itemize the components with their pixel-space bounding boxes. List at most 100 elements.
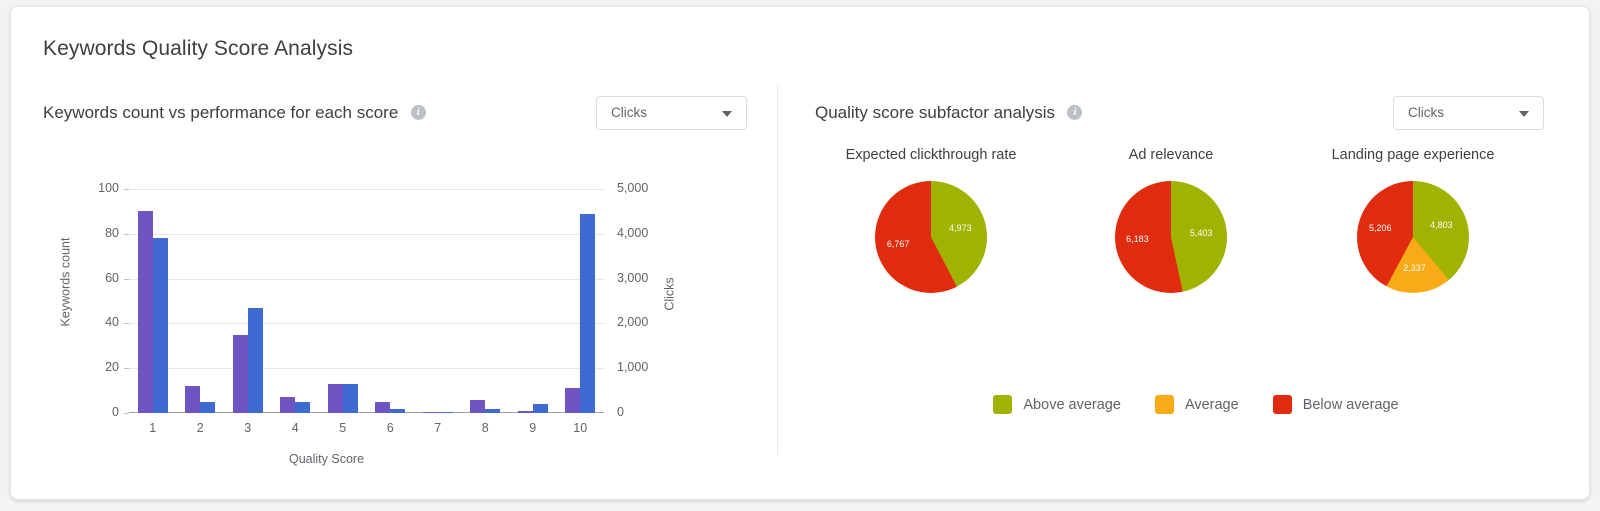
- pie-chart-title: Ad relevance: [1128, 147, 1214, 163]
- pie-slices[interactable]: [875, 181, 987, 293]
- legend-label: Below average: [1302, 396, 1399, 413]
- bar-group[interactable]: [185, 189, 216, 413]
- pie-charts-panel: Above average Average Below average Expect…: [801, 147, 1589, 447]
- right-panel-title: Quality score subfactor analysis: [815, 103, 1055, 122]
- x-axis-title: Quality Score: [289, 452, 365, 466]
- pie-chart-block: Ad relevance 5,403 6,183: [1041, 147, 1301, 293]
- pie-chart-block: Expected clickthrough rate 4,973 6,767: [801, 147, 1061, 293]
- y-axis-right-tick-label: 3,000: [617, 270, 649, 285]
- y-axis-right-tick-label: 4,000: [617, 225, 649, 240]
- y-axis-left-tick-label: 60: [105, 270, 119, 285]
- x-axis-tick-label: 7: [434, 421, 442, 435]
- bar-group[interactable]: [422, 189, 453, 413]
- y-axis-left-tick-label: 80: [105, 225, 119, 240]
- bar-group[interactable]: [280, 189, 311, 413]
- legend-swatch: [1272, 395, 1292, 414]
- legend-item[interactable]: Above average: [993, 395, 1121, 414]
- pie-chart-title: Expected clickthrough rate: [845, 147, 1017, 163]
- x-axis-tick-label: 5: [339, 421, 347, 435]
- bar-clicks[interactable]: [437, 412, 453, 413]
- page-title: Keywords Quality Score Analysis: [43, 37, 354, 60]
- bar-keywords-count[interactable]: [327, 383, 343, 413]
- left-metric-dropdown-value: Clicks: [611, 105, 647, 120]
- y-axis-tick-mark: [124, 189, 129, 190]
- legend-swatch: [1154, 395, 1174, 414]
- bar-group[interactable]: [470, 189, 501, 413]
- bar-group[interactable]: [375, 189, 406, 413]
- info-icon[interactable]: i: [410, 104, 426, 120]
- y-axis-tick-mark: [124, 368, 129, 370]
- bar-group[interactable]: [327, 189, 358, 413]
- bar-keywords-count[interactable]: [422, 411, 438, 413]
- left-panel-title: Keywords count vs performance for each s…: [43, 103, 399, 122]
- x-axis-tick-label: 8: [481, 421, 489, 435]
- y-axis-left-title: Keywords count: [58, 237, 73, 327]
- bar-clicks[interactable]: [247, 307, 263, 413]
- bar-keywords-count[interactable]: [517, 410, 533, 413]
- pie-slice-value-label: 5,403: [1189, 227, 1213, 238]
- info-icon[interactable]: i: [1067, 104, 1083, 120]
- y-axis-left-tick-label: 20: [105, 360, 119, 375]
- bar-keywords-count[interactable]: [232, 334, 248, 413]
- pie-slice-value-label: 2,337: [1403, 262, 1426, 273]
- legend-item[interactable]: Below average: [1272, 395, 1399, 414]
- bar-keywords-count[interactable]: [280, 397, 296, 413]
- bar-clicks[interactable]: [580, 213, 596, 413]
- right-panel-header: Quality score subfactor analysis i: [815, 103, 1083, 123]
- x-axis-tick-label: 10: [573, 421, 588, 435]
- bar-keywords-count[interactable]: [137, 211, 153, 413]
- bar-clicks[interactable]: [485, 408, 501, 413]
- right-metric-dropdown-value: Clicks: [1408, 105, 1444, 120]
- bar-group[interactable]: [517, 189, 548, 413]
- bar-chart: Keywords count Clicks Quality Score 1234…: [39, 157, 739, 477]
- x-axis-tick-label: 2: [196, 421, 204, 435]
- bar-keywords-count[interactable]: [565, 388, 581, 413]
- left-panel-header: Keywords count vs performance for each s…: [43, 103, 426, 123]
- keywords-quality-score-card: Keywords Quality Score Analysis Keywords…: [10, 6, 1590, 500]
- bar-group[interactable]: [565, 189, 596, 413]
- bar-clicks[interactable]: [152, 238, 168, 413]
- pie-slices[interactable]: [1357, 181, 1469, 293]
- y-axis-right-tick-label: 0: [617, 405, 624, 419]
- legend-item[interactable]: Average: [1154, 395, 1239, 414]
- bar-keywords-count[interactable]: [470, 399, 486, 413]
- chevron-down-icon: [1519, 111, 1529, 117]
- panel-divider: [777, 85, 778, 455]
- bar-keywords-count[interactable]: [375, 401, 391, 413]
- y-axis-left-tick-label: 100: [98, 181, 119, 195]
- pie-slice-value-label: 4,973: [949, 223, 972, 234]
- pie-slice-value-label: 4,803: [1430, 220, 1453, 231]
- y-axis-right-tick-label: 5,000: [617, 181, 649, 195]
- bar-clicks[interactable]: [390, 408, 406, 413]
- chevron-down-icon: [722, 111, 732, 117]
- y-axis-tick-mark: [124, 413, 129, 414]
- y-axis-left-tick-label: 0: [112, 405, 119, 419]
- pie-legend: Above average Average Below average: [801, 395, 1589, 414]
- x-axis-tick-label: 6: [386, 421, 394, 435]
- legend-label: Average: [1184, 396, 1239, 413]
- legend-label: Above average: [1023, 396, 1121, 413]
- legend-swatch: [993, 395, 1013, 414]
- bar-clicks[interactable]: [532, 404, 548, 413]
- x-axis-tick-label: 1: [149, 421, 157, 435]
- right-metric-dropdown[interactable]: Clicks: [1393, 96, 1544, 130]
- bar-chart-plot-area: 1 2 3 4 5 6 7 8 9 10: [124, 189, 604, 435]
- pie-slice-value-label: 6,767: [886, 238, 910, 249]
- pie-slice-value-label: 5,206: [1368, 223, 1392, 234]
- pie-wrap: 5,403 6,183: [1115, 181, 1227, 293]
- bar-group[interactable]: [232, 189, 263, 413]
- bar-group[interactable]: [137, 189, 168, 413]
- bar-clicks[interactable]: [200, 401, 216, 413]
- y-axis-tick-mark: [124, 323, 129, 325]
- pie-chart-block: Landing page experience 4,803 2,337 5,206: [1283, 147, 1543, 293]
- bar-keywords-count[interactable]: [185, 386, 201, 413]
- y-axis-tick-mark: [124, 233, 129, 235]
- left-metric-dropdown[interactable]: Clicks: [596, 96, 747, 130]
- y-axis-right-tick-label: 1,000: [617, 360, 649, 375]
- x-axis-tick-label: 9: [529, 421, 537, 435]
- x-axis-tick-label: 3: [244, 421, 252, 435]
- bar-clicks[interactable]: [342, 383, 358, 413]
- bar-clicks[interactable]: [295, 401, 311, 413]
- pie-wrap: 4,803 2,337 5,206: [1357, 181, 1469, 293]
- pie-chart-title: Landing page experience: [1331, 147, 1495, 163]
